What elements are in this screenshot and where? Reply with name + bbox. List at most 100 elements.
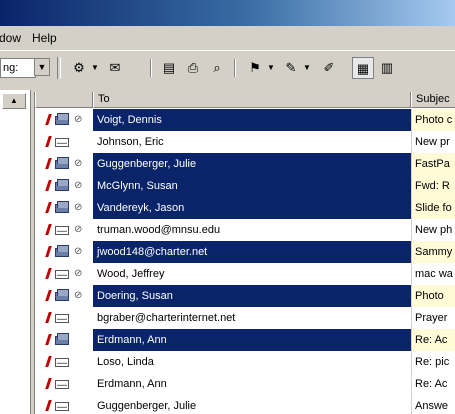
- header-subject[interactable]: Subjec: [411, 92, 455, 108]
- attachment-icon: ⊘: [74, 114, 83, 125]
- flag-icon[interactable]: [45, 378, 52, 389]
- row-icons: [43, 356, 91, 368]
- row-icons: ⊘: [43, 224, 91, 236]
- attachment-icon: ⊘: [74, 224, 83, 235]
- print-icon[interactable]: ⎙: [182, 57, 204, 79]
- message-row[interactable]: Johnson, Eric New pr: [35, 131, 455, 153]
- row-icons: [43, 400, 91, 412]
- properties-icon[interactable]: ▤: [158, 57, 180, 79]
- flag-icon[interactable]: [45, 290, 52, 301]
- view-combo-value: ng:: [3, 62, 19, 74]
- flag-icon[interactable]: [45, 334, 52, 345]
- row-to: Johnson, Eric: [97, 136, 164, 148]
- row-subject: Sammy: [411, 241, 455, 263]
- row-to: bgraber@charterinternet.net: [97, 312, 236, 324]
- row-subject: Fwd: R: [411, 175, 455, 197]
- send-receive-dropdown[interactable]: ▼: [90, 57, 100, 79]
- flag-icon[interactable]: ⚑: [244, 57, 266, 79]
- message-row[interactable]: ⊘ Guggenberger, Julie FastPa: [35, 153, 455, 175]
- folder-pane: ▲: [0, 90, 31, 414]
- row-to: truman.wood@mnsu.edu: [97, 224, 221, 236]
- flag-icon[interactable]: [45, 136, 52, 147]
- row-to: jwood148@charter.net: [93, 241, 411, 263]
- row-subject: FastPa: [411, 153, 455, 175]
- view-combo[interactable]: ng:: [0, 58, 36, 78]
- flag-icon[interactable]: [45, 202, 52, 213]
- find-icon[interactable]: ⌕: [206, 57, 228, 79]
- message-row[interactable]: ⊘ Doering, Susan Photo: [35, 285, 455, 307]
- row-subject: Photo: [411, 285, 455, 307]
- menu-help[interactable]: Help: [32, 31, 57, 45]
- row-icons: ⊘: [43, 114, 91, 126]
- flag-icon[interactable]: [45, 224, 52, 235]
- flag-icon[interactable]: [45, 356, 52, 367]
- row-icons: [43, 136, 91, 148]
- flag-icon[interactable]: [45, 180, 52, 191]
- attachment-icon: ⊘: [74, 268, 83, 279]
- row-to: Vandereyk, Jason: [93, 197, 411, 219]
- row-icons: ⊘: [43, 180, 91, 192]
- row-to: Guggenberger, Julie: [93, 153, 411, 175]
- toolbar-separator: [150, 59, 152, 77]
- message-row[interactable]: bgraber@charterinternet.net Prayer: [35, 307, 455, 329]
- envelope-icon: [55, 336, 69, 345]
- row-icons: ⊘: [43, 246, 91, 258]
- menu-window[interactable]: dow: [0, 31, 21, 45]
- envelope-icon: [55, 138, 69, 147]
- row-icons: ⊘: [43, 158, 91, 170]
- flag-icon[interactable]: [45, 114, 52, 125]
- flag-icon[interactable]: [45, 158, 52, 169]
- row-icons: ⊘: [43, 202, 91, 214]
- message-row[interactable]: Loso, Linda Re: pic: [35, 351, 455, 373]
- message-row[interactable]: ⊘ McGlynn, Susan Fwd: R: [35, 175, 455, 197]
- categorize-icon[interactable]: ✎: [280, 57, 302, 79]
- attachment-icon: ⊘: [74, 202, 83, 213]
- message-row[interactable]: ⊘ Vandereyk, Jason Slide fo: [35, 197, 455, 219]
- flag-dropdown[interactable]: ▼: [266, 57, 276, 79]
- envelope-icon: [55, 160, 69, 169]
- address-book-icon[interactable]: ✉: [104, 57, 126, 79]
- row-subject: Prayer: [411, 307, 455, 329]
- envelope-icon: [55, 380, 69, 389]
- preview-pane-icon[interactable]: ▥: [376, 57, 398, 79]
- row-icons: [43, 378, 91, 390]
- message-row[interactable]: ⊘ Voigt, Dennis Photo c: [35, 109, 455, 131]
- message-row[interactable]: ⊘ jwood148@charter.net Sammy: [35, 241, 455, 263]
- list-view-icon[interactable]: ▦: [352, 57, 374, 79]
- message-row[interactable]: Erdmann, Ann Re: Ac: [35, 373, 455, 395]
- row-icons: [43, 334, 91, 346]
- flag-icon[interactable]: [45, 312, 52, 323]
- header-to[interactable]: To: [93, 92, 411, 108]
- row-to: Voigt, Dennis: [93, 109, 411, 131]
- message-row[interactable]: Guggenberger, Julie Answe: [35, 395, 455, 414]
- flag-icon[interactable]: [45, 268, 52, 279]
- attachment-icon: ⊘: [74, 290, 83, 301]
- message-row[interactable]: ⊘ truman.wood@mnsu.edu New ph: [35, 219, 455, 241]
- attachment-icon: ⊘: [74, 246, 83, 257]
- toolbar-grip[interactable]: [57, 57, 61, 79]
- combo-dropdown-button[interactable]: ▼: [34, 58, 50, 76]
- envelope-icon: [55, 270, 69, 279]
- row-subject: Answe: [411, 395, 455, 414]
- send-receive-icon[interactable]: ⚙: [68, 57, 90, 79]
- envelope-icon: [55, 314, 69, 323]
- new-item-icon[interactable]: ✐: [318, 57, 340, 79]
- message-row[interactable]: Erdmann, Ann Re: Ac: [35, 329, 455, 351]
- row-icons: [43, 312, 91, 324]
- row-subject: Re: Ac: [411, 329, 455, 351]
- attachment-icon: ⊘: [74, 158, 83, 169]
- row-to: Guggenberger, Julie: [97, 400, 197, 412]
- envelope-icon: [55, 226, 69, 235]
- message-row[interactable]: ⊘ Wood, Jeffrey mac wa: [35, 263, 455, 285]
- flag-icon[interactable]: [45, 400, 52, 411]
- row-subject: Photo c: [411, 109, 455, 131]
- toolbar: ng: ▼ ⚙ ▼ ✉ ▤ ⎙ ⌕ ⚑ ▼ ✎ ▼ ✐ ▦ ▥: [0, 50, 455, 85]
- scroll-up-button[interactable]: ▲: [2, 93, 26, 109]
- header-icons[interactable]: [35, 92, 93, 108]
- row-subject: New pr: [411, 131, 455, 153]
- envelope-icon: [55, 182, 69, 191]
- row-to: Erdmann, Ann: [93, 329, 411, 351]
- flag-icon[interactable]: [45, 246, 52, 257]
- categorize-dropdown[interactable]: ▼: [302, 57, 312, 79]
- menu-bar: dow Help: [0, 26, 455, 48]
